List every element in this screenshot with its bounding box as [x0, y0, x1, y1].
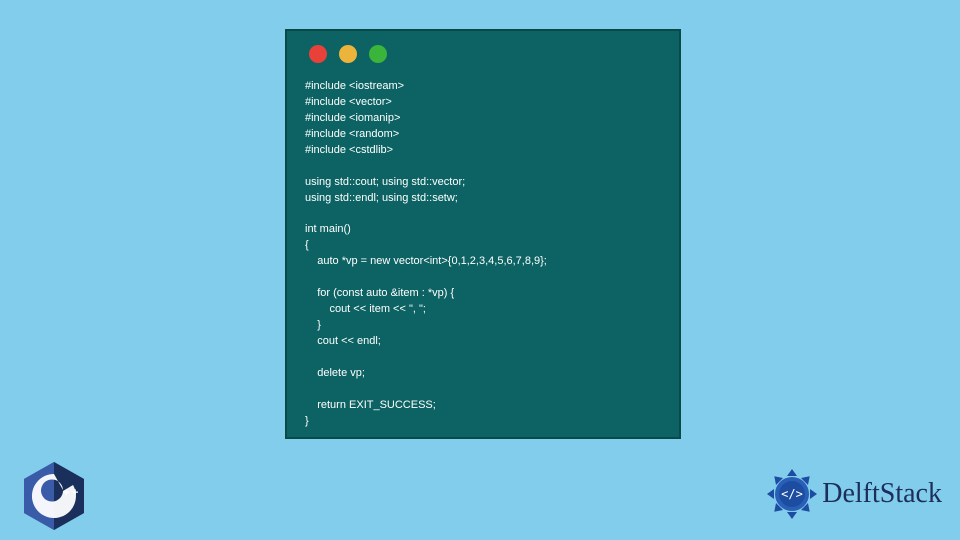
delftstack-brand: </> DelftStack [766, 468, 942, 520]
code-block: #include <iostream> #include <vector> #i… [305, 79, 661, 430]
close-icon[interactable] [309, 45, 327, 63]
gear-icon: </> [766, 468, 818, 520]
svg-text:</>: </> [781, 487, 803, 501]
minimize-icon[interactable] [339, 45, 357, 63]
maximize-icon[interactable] [369, 45, 387, 63]
svg-text:+: + [63, 487, 69, 499]
brand-name: DelftStack [822, 478, 942, 510]
svg-text:+: + [72, 487, 78, 499]
cpp-hexagon-icon: + + [22, 460, 86, 532]
window-controls [309, 45, 661, 63]
code-window: #include <iostream> #include <vector> #i… [285, 29, 681, 439]
cpp-logo: + + [22, 460, 86, 532]
